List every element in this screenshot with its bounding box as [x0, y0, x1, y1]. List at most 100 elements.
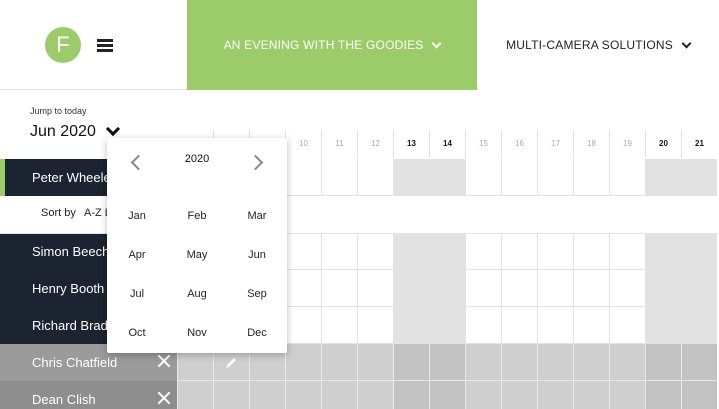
schedule-cell[interactable]: [357, 344, 393, 381]
schedule-cell[interactable]: [465, 270, 501, 307]
schedule-cell[interactable]: [321, 381, 357, 409]
schedule-cell[interactable]: [501, 381, 537, 409]
schedule-cell[interactable]: [429, 381, 465, 409]
schedule-cell[interactable]: [285, 233, 321, 270]
schedule-cell[interactable]: [537, 344, 573, 381]
schedule-cell[interactable]: [645, 381, 681, 409]
month-option[interactable]: Dec: [227, 327, 287, 339]
pencil-icon[interactable]: [224, 356, 238, 370]
f-logo-icon[interactable]: F: [45, 27, 81, 63]
month-option[interactable]: Mar: [227, 210, 287, 222]
schedule-cell[interactable]: [393, 307, 429, 344]
schedule-cell[interactable]: [465, 159, 501, 196]
production-selector-multicam[interactable]: MULTI-CAMERA SOLUTIONS: [477, 0, 719, 90]
schedule-cell[interactable]: [609, 233, 645, 270]
schedule-cell[interactable]: [321, 344, 357, 381]
schedule-cell[interactable]: [573, 233, 609, 270]
schedule-cell[interactable]: [573, 307, 609, 344]
schedule-cell[interactable]: [645, 159, 681, 196]
schedule-cell[interactable]: [537, 270, 573, 307]
schedule-cell[interactable]: [609, 159, 645, 196]
schedule-cell[interactable]: [681, 344, 717, 381]
schedule-cell[interactable]: [573, 270, 609, 307]
month-selector[interactable]: Jun 2020: [30, 121, 120, 141]
schedule-cell[interactable]: [429, 307, 465, 344]
schedule-cell[interactable]: [609, 307, 645, 344]
hamburger-menu-icon[interactable]: [97, 39, 113, 52]
schedule-cell[interactable]: [609, 381, 645, 409]
schedule-cell[interactable]: [393, 233, 429, 270]
month-option[interactable]: Apr: [107, 249, 167, 261]
production-selector-goodies[interactable]: AN EVENING WITH THE GOODIES: [187, 0, 477, 90]
schedule-cell[interactable]: [645, 344, 681, 381]
schedule-cell[interactable]: [285, 381, 321, 409]
month-option[interactable]: Jul: [107, 288, 167, 300]
schedule-cell[interactable]: [393, 344, 429, 381]
schedule-cell[interactable]: [681, 381, 717, 409]
close-icon[interactable]: [157, 354, 171, 368]
month-option[interactable]: Nov: [167, 327, 227, 339]
schedule-cell[interactable]: [429, 344, 465, 381]
schedule-cell[interactable]: [465, 344, 501, 381]
schedule-cell[interactable]: [681, 270, 717, 307]
schedule-cell[interactable]: [501, 344, 537, 381]
schedule-cell[interactable]: [645, 307, 681, 344]
schedule-cell[interactable]: [393, 159, 429, 196]
schedule-cell[interactable]: [537, 381, 573, 409]
schedule-cell[interactable]: [501, 233, 537, 270]
schedule-cell[interactable]: [357, 307, 393, 344]
schedule-cell[interactable]: [321, 233, 357, 270]
schedule-cell[interactable]: [609, 344, 645, 381]
day-header: 20: [645, 130, 681, 158]
month-option[interactable]: Sep: [227, 288, 287, 300]
schedule-cell[interactable]: [321, 159, 357, 196]
month-option[interactable]: Feb: [167, 210, 227, 222]
schedule-cell[interactable]: [393, 381, 429, 409]
schedule-cell[interactable]: [501, 307, 537, 344]
schedule-cell[interactable]: [321, 270, 357, 307]
schedule-cell[interactable]: [681, 233, 717, 270]
schedule-cell[interactable]: [537, 307, 573, 344]
schedule-cell[interactable]: [285, 159, 321, 196]
month-option[interactable]: Jun: [227, 249, 287, 261]
month-option[interactable]: Aug: [167, 288, 227, 300]
schedule-cell[interactable]: [429, 233, 465, 270]
schedule-cell[interactable]: [537, 159, 573, 196]
schedule-cell[interactable]: [285, 307, 321, 344]
schedule-cell[interactable]: [645, 270, 681, 307]
schedule-cell[interactable]: [501, 159, 537, 196]
schedule-cell[interactable]: [609, 270, 645, 307]
schedule-cell[interactable]: [321, 307, 357, 344]
schedule-cell[interactable]: [465, 233, 501, 270]
schedule-cell[interactable]: [357, 381, 393, 409]
schedule-cell[interactable]: [249, 381, 285, 409]
schedule-cell[interactable]: [681, 307, 717, 344]
schedule-cell[interactable]: [357, 233, 393, 270]
schedule-cell[interactable]: [573, 381, 609, 409]
schedule-cell[interactable]: [429, 270, 465, 307]
schedule-cell[interactable]: [177, 381, 213, 409]
schedule-cell[interactable]: [573, 159, 609, 196]
schedule-cell[interactable]: [285, 270, 321, 307]
schedule-cell[interactable]: [357, 159, 393, 196]
month-option[interactable]: Jan: [107, 210, 167, 222]
schedule-cell[interactable]: [213, 381, 249, 409]
schedule-cell[interactable]: [465, 307, 501, 344]
crew-row[interactable]: Dean Clish: [0, 381, 177, 409]
schedule-cell[interactable]: [681, 159, 717, 196]
close-icon[interactable]: [157, 391, 171, 405]
schedule-cell[interactable]: [465, 381, 501, 409]
schedule-cell[interactable]: [393, 270, 429, 307]
jump-to-today-link[interactable]: Jump to today: [30, 106, 87, 116]
schedule-cell[interactable]: [501, 270, 537, 307]
schedule-cell[interactable]: [429, 159, 465, 196]
schedule-cell[interactable]: [357, 270, 393, 307]
app-header: F AN EVENING WITH THE GOODIES MULTI-CAME…: [0, 0, 719, 90]
schedule-cell[interactable]: [285, 344, 321, 381]
schedule-cell[interactable]: [573, 344, 609, 381]
schedule-cell[interactable]: [645, 233, 681, 270]
month-option[interactable]: May: [167, 249, 227, 261]
schedule-cell[interactable]: [537, 233, 573, 270]
month-option[interactable]: Oct: [107, 327, 167, 339]
chevron-down-icon: [431, 38, 442, 48]
